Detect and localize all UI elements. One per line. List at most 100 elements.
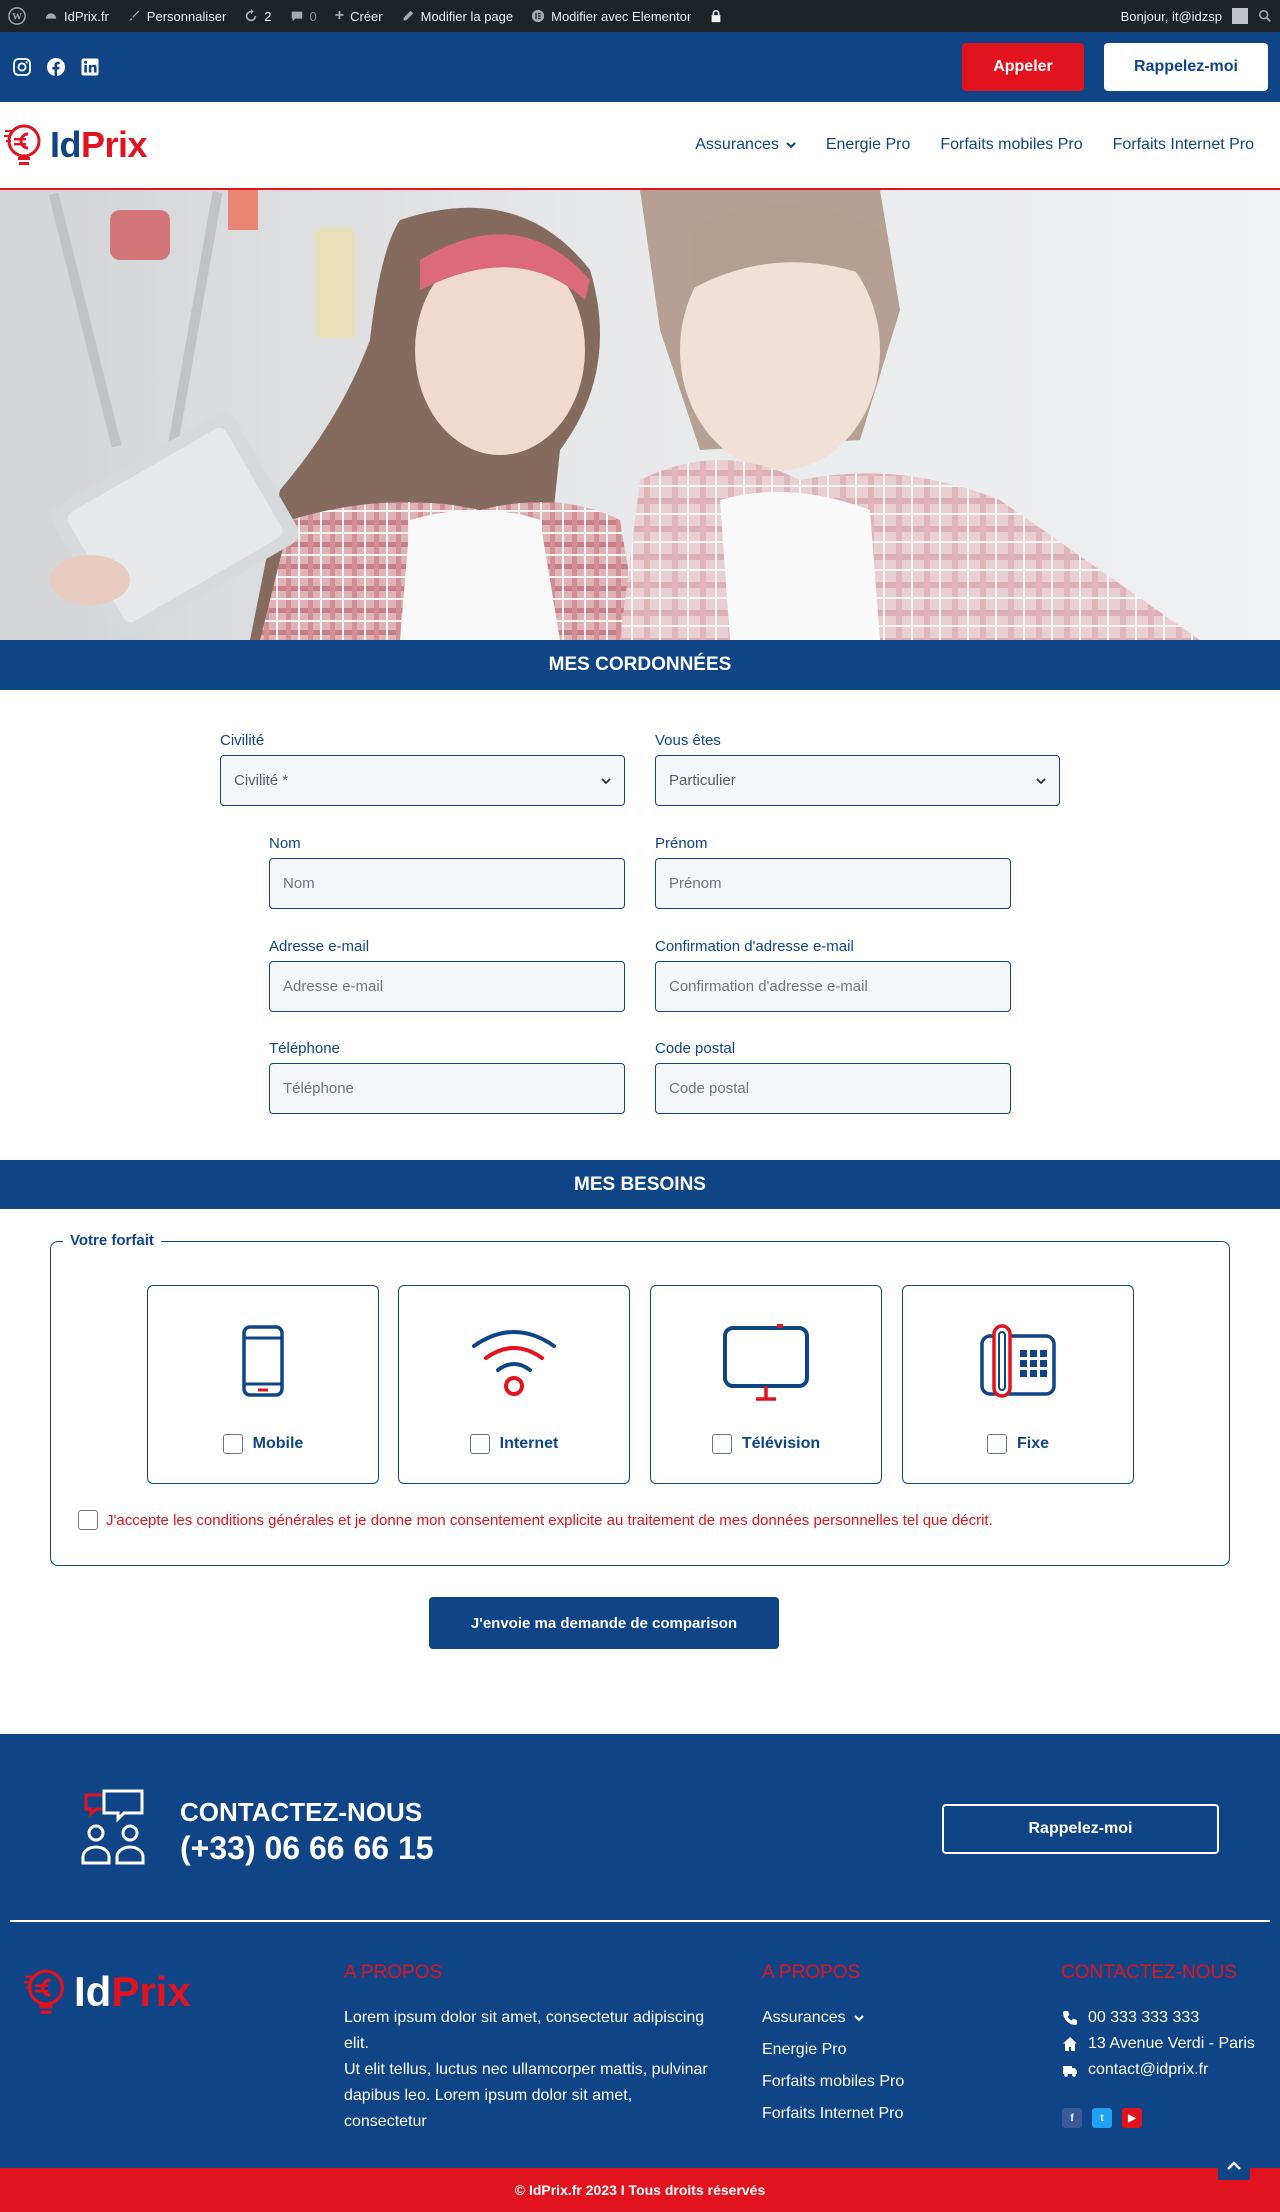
footer-logo[interactable]: IdPrix — [22, 1964, 191, 2020]
nav-item-energie-pro[interactable]: Energie Pro — [826, 136, 911, 154]
wordpress-logo-icon[interactable]: W — [8, 7, 26, 25]
chevron-up-icon — [1227, 2161, 1241, 2170]
contact-phone[interactable]: (+33) 06 66 66 15 — [180, 1830, 434, 1867]
option-card-mobile[interactable]: Mobile — [147, 1285, 379, 1484]
search-icon[interactable] — [1258, 9, 1272, 23]
admin-customize-link[interactable]: Personnaliser — [127, 9, 226, 24]
facebook-icon[interactable]: f — [1062, 2108, 1082, 2128]
linkedin-icon[interactable] — [80, 57, 100, 77]
footer-social-links: f t ▶ — [1062, 2108, 1142, 2128]
nav-item-forfaits-internet[interactable]: Forfaits Internet Pro — [1113, 136, 1254, 154]
footer-divider — [10, 1920, 1270, 1922]
nav-item-assurances[interactable]: Assurances — [695, 136, 796, 154]
civilite-select[interactable]: Civilité * — [220, 755, 625, 806]
civilite-field: Civilité Civilité * — [220, 733, 625, 806]
logo-text-id: Id — [50, 124, 82, 165]
footer-callback-button[interactable]: Rappelez-moi — [942, 1804, 1219, 1854]
nom-input[interactable]: Nom — [269, 858, 625, 909]
footer-link-energie-pro[interactable]: Energie Pro — [762, 2034, 904, 2066]
footer-link-assurances[interactable]: Assurances — [762, 2002, 904, 2034]
admin-elementor-link[interactable]: Modifier avec Elementor — [531, 9, 691, 24]
main-nav: Assurances Energie Pro Forfaits mobiles … — [695, 136, 1254, 154]
svg-text:W: W — [12, 12, 22, 23]
bulb-euro-logo-icon — [24, 1969, 64, 2014]
footer-email: contact@idprix.fr — [1088, 2061, 1209, 2078]
checkbox-fixe[interactable] — [986, 1434, 1007, 1454]
prenom-input[interactable]: Prénom — [655, 858, 1011, 909]
vous-etes-field: Vous êtes Particulier — [655, 733, 1060, 806]
landline-phone-icon — [980, 1324, 1056, 1398]
email-field: Adresse e-mail Adresse e-mail — [269, 939, 625, 1012]
prenom-label: Prénom — [655, 835, 708, 852]
avatar[interactable] — [1232, 8, 1248, 24]
email-confirm-input[interactable]: Confirmation d'adresse e-mail — [655, 961, 1011, 1012]
site-logo[interactable]: IdPrix — [2, 121, 148, 169]
site-footer: CONTACTEZ-NOUS (+33) 06 66 66 15 Rappele… — [0, 1734, 1280, 2168]
admin-site-link[interactable]: IdPrix.fr — [44, 9, 109, 24]
submit-comparison-button[interactable]: J'envoie ma demande de comparison — [429, 1597, 779, 1649]
nav-item-forfaits-mobiles[interactable]: Forfaits mobiles Pro — [940, 136, 1082, 154]
footer-link-forfaits-internet[interactable]: Forfaits Internet Pro — [762, 2098, 904, 2130]
comment-icon — [291, 11, 302, 22]
footer-phone-row[interactable]: 00 333 333 333 — [1062, 2005, 1255, 2031]
youtube-icon[interactable]: ▶ — [1122, 2108, 1142, 2128]
mail-truck-icon — [1063, 2066, 1077, 2077]
footer-links-title: A PROPOS — [762, 1962, 861, 1983]
consent-row: J'accepte les conditions générales et je… — [78, 1510, 993, 1530]
twitter-icon[interactable]: t — [1092, 2108, 1112, 2128]
admin-elementor-label: Modifier avec Elementor — [551, 8, 692, 24]
checkbox-internet[interactable] — [469, 1434, 490, 1454]
code-postal-input[interactable]: Code postal — [655, 1063, 1011, 1114]
admin-comments-count: 0 — [309, 8, 317, 24]
consent-checkbox[interactable] — [78, 1510, 98, 1530]
checkbox-mobile[interactable] — [222, 1434, 243, 1454]
scroll-to-top-button[interactable] — [1218, 2152, 1250, 2180]
footer-address: 13 Avenue Verdi - Paris — [1088, 2035, 1255, 2052]
copyright-text: © IdPrix.fr 2023 I Tous droits réservés — [514, 2182, 766, 2198]
home-icon — [1063, 2037, 1077, 2051]
nav-assurances-label: Assurances — [695, 136, 779, 153]
social-links — [12, 57, 100, 77]
site-header: IdPrix Assurances Energie Pro Forfaits m… — [0, 102, 1280, 190]
nom-field: Nom Nom — [269, 836, 625, 909]
admin-updates-link[interactable]: 2 — [244, 9, 272, 24]
footer-links: Assurances Energie Pro Forfaits mobiles … — [762, 2002, 904, 2130]
admin-greeting[interactable]: Bonjour, it@idzsp — [1121, 9, 1222, 24]
checkbox-television[interactable] — [711, 1434, 732, 1454]
civilite-selected-value: Civilité * — [234, 772, 289, 789]
vous-etes-select[interactable]: Particulier — [655, 755, 1060, 806]
admin-create-link[interactable]: + Créer — [335, 7, 383, 25]
option-card-television[interactable]: Télévision — [650, 1285, 882, 1484]
email-confirm-field: Confirmation d'adresse e-mail Confirmati… — [655, 939, 1011, 1012]
footer-about-text-2: Ut elit tellus, luctus nec ullamcorper m… — [344, 2061, 708, 2130]
option-card-internet[interactable]: Internet — [398, 1285, 630, 1484]
footer-link-forfaits-mobiles[interactable]: Forfaits mobiles Pro — [762, 2066, 904, 2098]
consent-text: J'accepte les conditions générales et je… — [106, 1511, 993, 1529]
admin-comments-link[interactable]: 0 — [290, 9, 317, 24]
code-postal-field: Code postal Code postal — [655, 1041, 1011, 1114]
vous-etes-selected-value: Particulier — [669, 772, 736, 789]
telephone-input[interactable]: Téléphone — [269, 1063, 625, 1114]
option-card-fixe[interactable]: Fixe — [902, 1285, 1134, 1484]
facebook-icon[interactable] — [46, 57, 66, 77]
footer-contact-list: 00 333 333 333 13 Avenue Verdi - Paris c… — [1062, 2005, 1255, 2083]
mobile-phone-icon — [242, 1325, 284, 1397]
footer-logo-id: Id — [74, 1968, 112, 2015]
call-button[interactable]: Appeler — [962, 43, 1084, 91]
footer-email-row[interactable]: contact@idprix.fr — [1062, 2057, 1255, 2083]
footer-logo-prix: Prix — [111, 1968, 191, 2015]
copyright-bar: © IdPrix.fr 2023 I Tous droits réservés — [0, 2168, 1280, 2212]
lock-icon[interactable] — [709, 9, 723, 23]
email-input[interactable]: Adresse e-mail — [269, 961, 625, 1012]
television-icon — [723, 1324, 809, 1401]
footer-phone: 00 333 333 333 — [1088, 2009, 1200, 2026]
forfait-legend: Votre forfait — [63, 1232, 161, 1249]
option-label-mobile: Mobile — [252, 1435, 304, 1452]
plus-icon: + — [334, 7, 345, 24]
instagram-icon[interactable] — [12, 57, 32, 77]
footer-address-row: 13 Avenue Verdi - Paris — [1062, 2031, 1255, 2057]
admin-edit-page-link[interactable]: Modifier la page — [401, 8, 514, 24]
brush-icon — [128, 10, 140, 22]
callback-button[interactable]: Rappelez-moi — [1104, 43, 1268, 91]
admin-edit-page-label: Modifier la page — [420, 8, 514, 24]
